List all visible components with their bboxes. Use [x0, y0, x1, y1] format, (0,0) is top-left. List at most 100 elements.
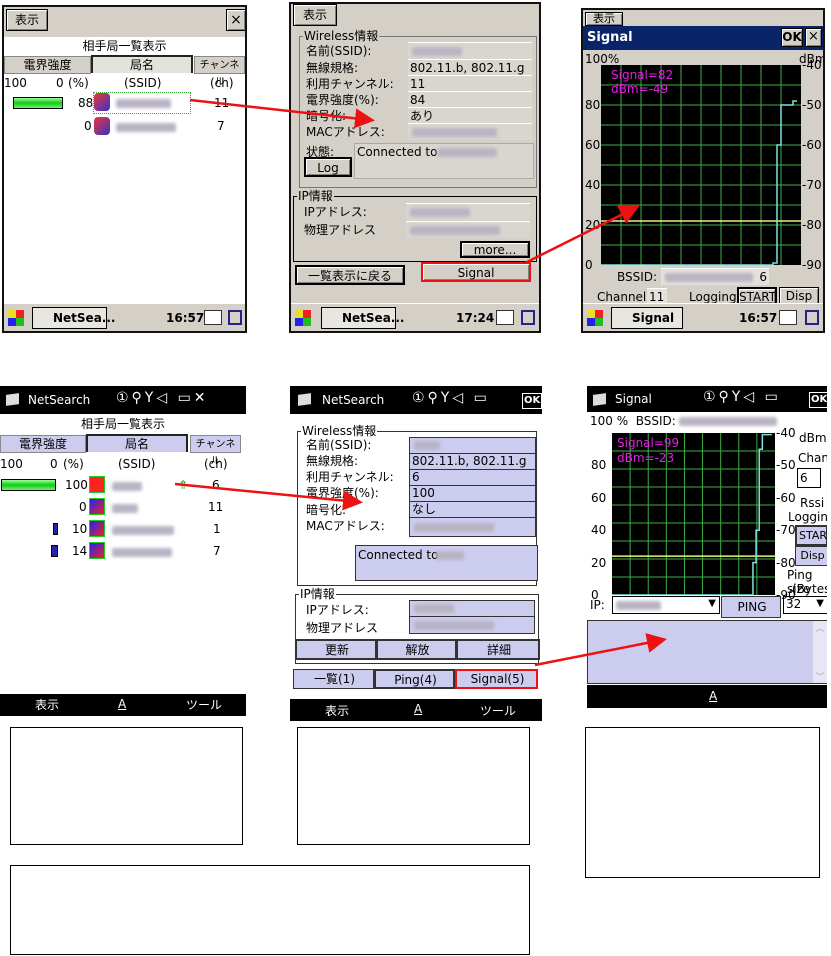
ok-button[interactable]: OK — [781, 28, 803, 47]
start-icon[interactable] — [295, 310, 311, 326]
value-channel: 11 — [408, 75, 532, 92]
ip-legend: IP情報 — [299, 587, 336, 601]
view-tab[interactable]: 表示 — [585, 12, 623, 26]
scroll-up-icon[interactable]: ︿ — [813, 621, 827, 634]
release-button[interactable]: 解放 — [376, 639, 457, 660]
start-icon[interactable] — [587, 310, 603, 326]
status-box: Connected to — [355, 545, 538, 581]
wifi-lock-icon — [94, 117, 110, 135]
input-panel-icon[interactable] — [779, 310, 797, 325]
scrollbar[interactable]: ︿ ﹀ — [813, 621, 827, 683]
left-tick-label: 40 — [591, 523, 607, 538]
input-toggle[interactable]: A — [709, 689, 717, 703]
note-box-2 — [297, 727, 530, 845]
start-logging-button[interactable]: START — [795, 525, 827, 546]
right-tick-label: -60 — [802, 138, 822, 152]
taskbar-app-button[interactable]: NetSea... — [32, 307, 115, 329]
tab-channel[interactable]: チャンネル — [194, 56, 245, 88]
softkey-tools[interactable]: ツール — [186, 698, 222, 712]
tab-strength[interactable]: 電界強度 — [0, 435, 86, 453]
ip-combo[interactable]: ▼ — [612, 596, 720, 614]
logging-label: Logging: — [689, 290, 741, 304]
windows-icon[interactable] — [228, 310, 242, 325]
label-ssid: 名前(SSID): — [306, 44, 372, 58]
dbm-unit: dBm — [799, 431, 827, 445]
right-tick-label: -40 — [802, 58, 822, 72]
ping-button[interactable]: Ping(4) — [374, 669, 455, 689]
header-unit: (%) — [63, 457, 84, 471]
label-ip: IPアドレス: — [306, 603, 369, 617]
value-standard: 802.11.b, 802.11.g — [408, 59, 532, 76]
input-toggle[interactable]: A — [414, 702, 422, 716]
input-panel-icon[interactable] — [496, 310, 514, 325]
scroll-down-icon[interactable]: ﹀ — [813, 670, 827, 683]
refresh-button[interactable]: 更新 — [295, 639, 377, 660]
screen4-list-wm: NetSearch ①⚲Y◁ ▭✕ 相手局一覧表示 電界強度 局名 チャンネル … — [0, 386, 246, 716]
windows-flag-icon[interactable] — [6, 393, 19, 406]
right-tick-label: -50 — [802, 98, 822, 112]
windows-flag-icon[interactable] — [593, 393, 606, 406]
wifi-lock-icon — [89, 542, 105, 559]
log-button[interactable]: Log — [304, 157, 352, 177]
header-ch: (ch) — [204, 457, 228, 471]
softkey-view[interactable]: 表示 — [325, 704, 349, 718]
start-icon[interactable] — [8, 310, 24, 326]
back-to-list-button[interactable]: 一覧表示に戻る — [295, 265, 405, 285]
strength-bar — [1, 479, 56, 491]
ping-button[interactable]: PING — [721, 596, 781, 618]
value-ssid — [408, 42, 532, 59]
taskbar-app-button[interactable]: NetSea... — [321, 307, 404, 329]
ok-button[interactable]: OK — [522, 393, 542, 409]
left-tick-label: 60 — [585, 138, 601, 152]
row-strength: 10 — [72, 522, 88, 536]
disp-button[interactable]: Disp — [795, 546, 827, 566]
input-toggle[interactable]: A — [118, 697, 126, 711]
label-channel: 利用チャンネル: — [306, 77, 394, 91]
ok-button[interactable]: OK — [809, 392, 827, 408]
tab-channel[interactable]: チャンネル — [190, 435, 241, 467]
left-tick-label: 20 — [585, 218, 601, 232]
ping-output[interactable]: ︿ ﹀ — [587, 620, 827, 684]
left-tick-label: 0 — [585, 258, 593, 272]
wireless-legend: Wireless情報 — [301, 424, 378, 438]
softkey-view[interactable]: 表示 — [35, 698, 59, 712]
value-standard: 802.11.b, 802.11.g — [409, 453, 536, 470]
windows-icon[interactable] — [805, 310, 819, 325]
more-button[interactable]: more... — [460, 241, 530, 258]
label-mac: MACアドレス: — [306, 125, 385, 139]
input-panel-icon[interactable] — [204, 310, 222, 325]
status-icons: ①⚲Y◁ ▭ — [412, 390, 490, 406]
taskbar-app-button[interactable]: Signal — [611, 307, 683, 329]
header-max: 100 — [0, 457, 23, 471]
screen2-detail-classic: 表示 Wireless情報 名前(SSID): 無線規格: 利用チャンネル: 電… — [289, 2, 541, 333]
value-encryption: あり — [408, 107, 532, 124]
close-button[interactable]: × — [226, 9, 245, 31]
strength-mini-bar — [53, 523, 58, 535]
ssid-blurred — [116, 99, 171, 108]
wireless-info-group: Wireless情報 名前(SSID): 無線規格: 利用チャンネル: 電界強度… — [299, 29, 537, 188]
details-button[interactable]: 詳細 — [456, 639, 540, 660]
list-button[interactable]: 一覧(1) — [293, 669, 374, 689]
signal-arrows-icon: ⇑ — [178, 478, 189, 492]
screen5-detail-wm: NetSearch ①⚲Y◁ ▭ OK Wireless情報 名前(SSID):… — [290, 386, 542, 721]
windows-flag-icon[interactable] — [298, 393, 311, 406]
view-menu-button[interactable]: 表示 — [6, 9, 48, 31]
left-tick-label: 0 — [591, 588, 599, 602]
label-ssid: 名前(SSID): — [306, 438, 372, 452]
header-unit: (%) — [68, 76, 89, 90]
softkey-tools[interactable]: ツール — [480, 704, 516, 718]
clock: 16:57 — [739, 311, 778, 325]
signal-readout: Signal=82 — [611, 68, 674, 82]
windows-icon[interactable] — [521, 310, 535, 325]
ip-info-group: IP情報 IPアドレス: 物理アドレス 更新 解放 詳細 — [295, 587, 540, 664]
tab-name[interactable]: 局名 — [86, 434, 188, 452]
view-menu-button[interactable]: 表示 — [293, 4, 337, 26]
label-encryption: 暗号化: — [306, 109, 347, 123]
screen3-signal-classic: 表示 Signal OK × 100% dBm Signal=82 dBm=-4… — [581, 8, 825, 333]
left-tick-label: 60 — [591, 490, 607, 505]
close-button[interactable]: × — [805, 28, 822, 47]
signal-button[interactable]: Signal — [421, 262, 531, 282]
tab-name[interactable]: 局名 — [91, 55, 193, 73]
tab-strength[interactable]: 電界強度 — [4, 56, 91, 74]
signal-button[interactable]: Signal(5) — [455, 669, 538, 689]
